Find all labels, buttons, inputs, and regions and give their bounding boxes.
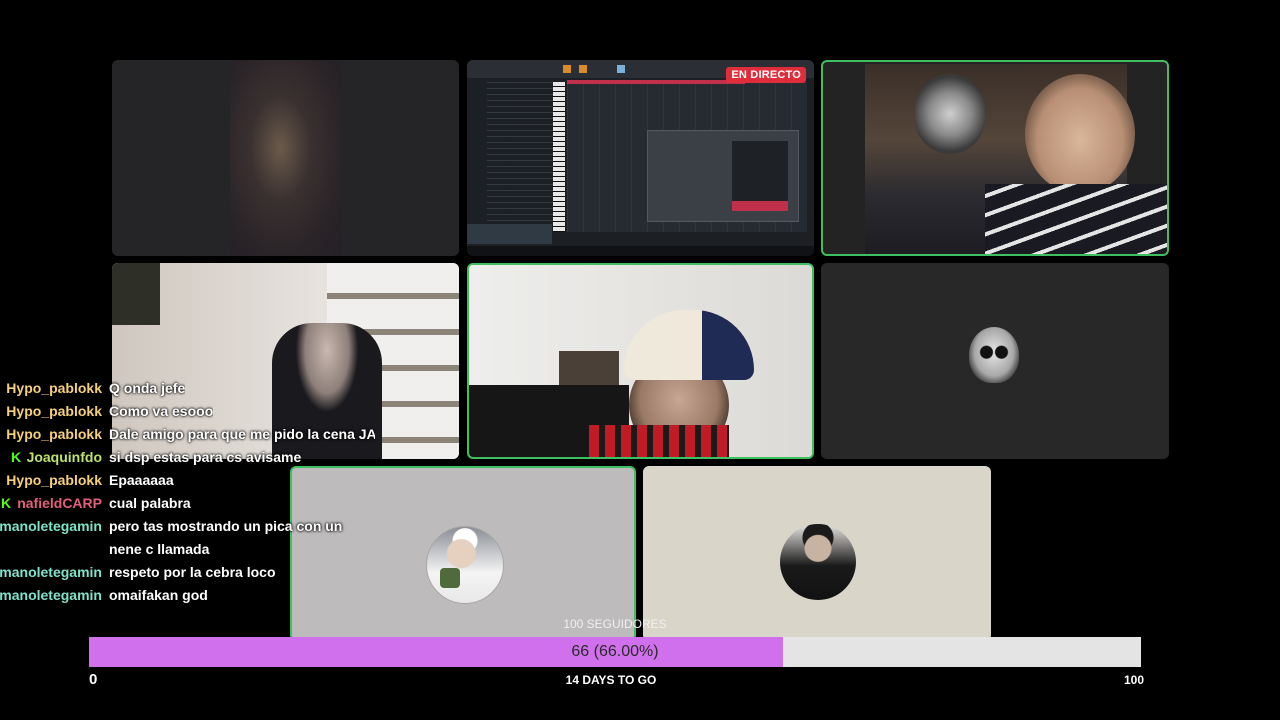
cup-image [440,568,460,588]
chat-text: omaifakan god [109,587,208,603]
goal-progress-bar: 66 (66.00%) [89,637,1141,667]
participant-tile-screen-share[interactable]: EN DIRECTO [467,60,814,256]
chat-message: KnafieldCARP cual palabra [0,492,380,515]
participant-tile-avatar-skull[interactable] [821,263,1169,459]
chat-username[interactable]: manoletegamin [0,584,102,607]
chat-message: manoletegamin pero tas mostrando un pica … [0,515,380,561]
daw-timeline-marker [567,80,745,84]
goal-title: 100 SEGUIDORES [563,617,667,631]
chat-username[interactable]: Hypo_pablokk [6,469,102,492]
chat-message: manoletegamin omaifakan god [0,584,380,607]
participant-tile-headphones[interactable] [821,60,1169,256]
daw-dialog [647,130,799,222]
room-poster [112,263,160,325]
daw-piano-keys [553,82,565,232]
chat-text: Epaaaaaa [109,472,174,488]
daw-meter [732,141,788,211]
webcam-video [230,60,342,256]
chat-text: Como va esooo [109,403,214,419]
taskbar [467,246,814,256]
face-image [1025,74,1135,194]
chat-text: respeto por la cebra loco [109,564,276,580]
shirt-image [589,425,729,457]
avatar [426,526,504,604]
chat-username[interactable]: manoletegamin [0,561,102,584]
chat-message: K Joaquinfdo si dsp estas para cs avisame [0,446,380,469]
chat-message: Hypo_pablokk Epaaaaaa [0,469,380,492]
chat-message: Hypo_pablokk Como va esooo [0,400,380,423]
participant-tile-cap[interactable] [467,263,814,459]
skull-avatar-icon [969,327,1019,383]
chat-text: cual palabra [109,495,191,511]
live-badge: EN DIRECTO [726,67,806,83]
chat-overlay: Hypo_pablokk Q onda jefe Hypo_pablokk Como … [0,377,380,607]
chat-text: Q onda jefe [109,380,186,396]
daw-waveform [467,224,552,244]
goal-days-label: 14 DAYS TO GO [565,673,657,687]
goal-value: 66 (66.00%) [571,643,659,660]
chat-username[interactable]: Hypo_pablokk [6,377,102,400]
stream-stage: EN DIRECTO Hypo_pablokk Q onda jefe Hypo_p… [0,0,1280,720]
toolbar-icon [579,65,587,73]
goal-max-label: 100 [1124,673,1145,687]
chat-username[interactable]: manoletegamin [0,515,102,538]
shirt-image [985,184,1167,254]
chat-username[interactable]: Joaquinfdo [27,446,102,469]
chat-text: si dsp estas para cs avisame [109,449,302,465]
kick-badge-icon: K [1,495,12,511]
chat-text: pero tas mostrando un pica con un nene c… [109,518,343,557]
chat-message: Hypo_pablokk Q onda jefe [0,377,380,400]
chat-text: Dale amigo para que me pido la cena JAJ [109,426,375,442]
participant-tile-dark-webcam[interactable] [112,60,459,256]
chat-username[interactable]: Hypo_pablokk [6,423,102,446]
chat-username[interactable]: Hypo_pablokk [6,400,102,423]
toolbar-icon [563,65,571,73]
toolbar-icon [617,65,625,73]
kick-badge-icon: K [11,449,22,465]
participant-tile-avatar-dark[interactable] [643,466,991,641]
avatar [780,524,856,600]
chat-message: manoletegamin respeto por la cebra loco [0,561,380,584]
chat-message: Hypo_pablokk Dale amigo para que me pido … [0,423,380,446]
webcam-video [865,64,1167,254]
chat-username[interactable]: nafieldCARP [17,492,102,515]
microphone-image [915,74,985,154]
daw-channel-list [487,82,557,222]
